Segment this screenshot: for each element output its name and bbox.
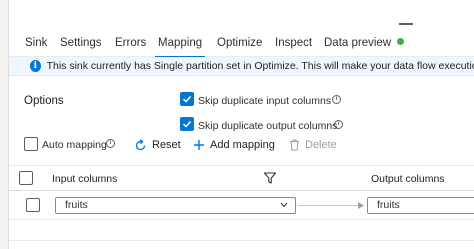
plus-icon [194, 140, 204, 150]
input-column-select[interactable]: fruits [55, 197, 296, 214]
help-icon[interactable]: i [106, 139, 115, 148]
checkmark-icon [182, 95, 192, 103]
status-ok-dot [397, 38, 405, 46]
tab-errors[interactable]: Errors [115, 30, 146, 57]
tab-data-preview[interactable]: Data preview [324, 30, 405, 57]
tab-mapping[interactable]: Mapping [154, 30, 206, 58]
options-label: Options [24, 95, 64, 107]
skip-duplicate-input-checkbox[interactable] [180, 92, 194, 106]
left-rail [0, 0, 9, 249]
auto-mapping-label: Auto mapping [42, 139, 107, 151]
tab-settings[interactable]: Settings [60, 30, 102, 57]
arrow-right-icon [358, 202, 364, 209]
input-columns-header: Input columns [52, 173, 118, 185]
panel-resize-handle[interactable] [399, 23, 413, 25]
info-banner: i This sink currently has Single partiti… [9, 57, 474, 76]
output-column-value: fruits [377, 199, 400, 211]
reset-label: Reset [152, 139, 181, 151]
delete-label: Delete [305, 139, 337, 151]
reset-button[interactable]: Reset [134, 138, 181, 152]
help-icon[interactable]: i [332, 95, 341, 104]
add-mapping-button[interactable]: Add mapping [193, 138, 275, 152]
tab-sink[interactable]: Sink [25, 30, 47, 57]
add-mapping-label: Add mapping [210, 139, 275, 151]
top-strip [0, 0, 474, 30]
divider [9, 240, 474, 241]
table-row: fruits fruits [9, 192, 474, 220]
mapping-grid-header: Input columns Output columns [9, 165, 474, 191]
skip-duplicate-output-label: Skip duplicate output columns [198, 120, 338, 132]
mapping-arrow-line [298, 205, 362, 206]
output-columns-header: Output columns [371, 173, 445, 185]
auto-mapping-checkbox[interactable] [24, 137, 38, 151]
trash-icon [290, 139, 299, 151]
input-column-value: fruits [65, 199, 88, 211]
tab-inspect[interactable]: Inspect [275, 30, 312, 57]
select-all-checkbox[interactable] [19, 171, 33, 185]
tab-optimize[interactable]: Optimize [217, 30, 262, 57]
output-column-field[interactable]: fruits [367, 197, 474, 214]
checkmark-icon [182, 120, 192, 128]
tab-data-preview-label: Data preview [324, 37, 392, 49]
help-icon[interactable]: i [334, 120, 343, 129]
row-checkbox[interactable] [26, 198, 40, 212]
tab-bar: Sink Settings Errors Mapping Optimize In… [9, 30, 474, 58]
reset-icon [135, 138, 146, 150]
filter-icon[interactable] [263, 171, 277, 185]
chevron-down-icon [280, 202, 288, 208]
skip-duplicate-input-label: Skip duplicate input columns [198, 95, 332, 107]
delete-button[interactable]: Delete [289, 138, 337, 152]
skip-duplicate-output-checkbox[interactable] [180, 117, 194, 131]
info-icon: i [30, 60, 41, 72]
banner-text: This sink currently has Single partition… [46, 60, 474, 72]
